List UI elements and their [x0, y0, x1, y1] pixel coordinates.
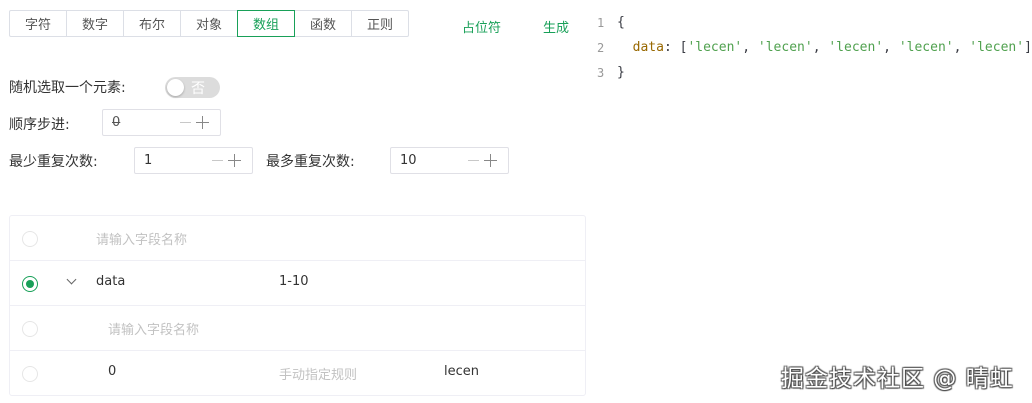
tree-row-data[interactable]: data 1-10	[10, 261, 585, 306]
code-colon: : [	[663, 40, 688, 55]
field-name[interactable]: data	[96, 274, 125, 289]
code-separator: ,	[812, 40, 829, 55]
tab-object[interactable]: 对象	[180, 10, 238, 37]
code-item: 'lecen'	[757, 40, 813, 55]
tab-string[interactable]: 字符	[9, 10, 67, 37]
code-item: 'lecen'	[828, 40, 884, 55]
code-item: 'lecen'	[687, 40, 743, 55]
order-step-input[interactable]: 0	[102, 109, 221, 136]
rule-input[interactable]: 手动指定规则	[279, 364, 357, 383]
switch-knob	[167, 79, 184, 96]
tab-number[interactable]: 数字	[66, 10, 124, 37]
item-index[interactable]: 0	[108, 364, 116, 379]
code-close-brace: }	[617, 65, 625, 80]
tab-boolean[interactable]: 布尔	[123, 10, 181, 37]
radio-button[interactable]	[22, 321, 38, 337]
child-field-name-input[interactable]: 请输入字段名称	[108, 319, 199, 338]
placeholder-button[interactable]: 占位符	[462, 17, 501, 36]
random-pick-switch[interactable]: 否	[165, 77, 220, 98]
generate-button[interactable]: 生成	[543, 17, 569, 36]
random-pick-label: 随机选取一个元素:	[9, 80, 126, 96]
min-repeat-input[interactable]: 1	[134, 147, 253, 174]
code-line: 2 data: ['lecen', 'lecen', 'lecen', 'lec…	[597, 35, 1032, 60]
plus-icon[interactable]	[228, 154, 241, 167]
min-repeat-value: 1	[144, 153, 153, 168]
minus-icon[interactable]	[212, 160, 223, 162]
code-open-brace: {	[617, 15, 625, 30]
code-item: 'lecen'	[969, 40, 1025, 55]
tab-array[interactable]: 数组	[237, 10, 295, 37]
line-number: 2	[597, 40, 605, 55]
tree-row-item-0[interactable]: 0 手动指定规则 lecen	[10, 351, 585, 396]
order-step-value: 0	[112, 115, 121, 130]
code-close-bracket: ]	[1024, 40, 1032, 55]
plus-icon[interactable]	[196, 116, 209, 129]
watermark: 掘金技术社区 @ 晴虹	[781, 366, 1014, 392]
tree-row-child-new-field[interactable]: 请输入字段名称	[10, 306, 585, 351]
switch-state-text: 否	[191, 81, 205, 97]
minus-icon[interactable]	[468, 160, 479, 162]
field-range[interactable]: 1-10	[279, 274, 309, 289]
radio-button[interactable]	[22, 366, 38, 382]
code-separator: ,	[742, 40, 758, 55]
code-separator: ,	[883, 40, 899, 55]
item-value[interactable]: lecen	[444, 364, 479, 379]
max-repeat-input[interactable]: 10	[390, 147, 509, 174]
max-repeat-value: 10	[400, 153, 417, 168]
tree-row-new-field[interactable]: 请输入字段名称	[10, 216, 585, 261]
type-tabs: 字符 数字 布尔 对象 数组 函数 正则	[9, 10, 409, 37]
min-repeat-label: 最少重复次数:	[9, 154, 98, 170]
radio-button[interactable]	[22, 231, 38, 247]
code-key: data	[632, 40, 664, 55]
tab-regex[interactable]: 正则	[351, 10, 409, 37]
field-tree: 请输入字段名称 data 1-10 请输入字段名称 0 手动指定规则 lecen	[9, 215, 586, 396]
code-line: 1 {	[597, 10, 1032, 35]
code-separator: ,	[953, 40, 970, 55]
order-step-label: 顺序步进:	[9, 117, 70, 133]
minus-icon[interactable]	[180, 122, 191, 124]
line-number: 3	[597, 65, 605, 80]
code-preview: 1 { 2 data: ['lecen', 'lecen', 'lecen', …	[597, 10, 1032, 85]
line-number: 1	[597, 15, 605, 30]
chevron-down-icon[interactable]	[66, 276, 78, 288]
plus-icon[interactable]	[484, 154, 497, 167]
tab-function[interactable]: 函数	[294, 10, 352, 37]
max-repeat-label: 最多重复次数:	[266, 154, 355, 170]
field-name-input[interactable]: 请输入字段名称	[96, 229, 187, 248]
code-line: 3 }	[597, 60, 1032, 85]
code-item: 'lecen'	[898, 40, 954, 55]
radio-button-selected[interactable]	[22, 276, 38, 292]
